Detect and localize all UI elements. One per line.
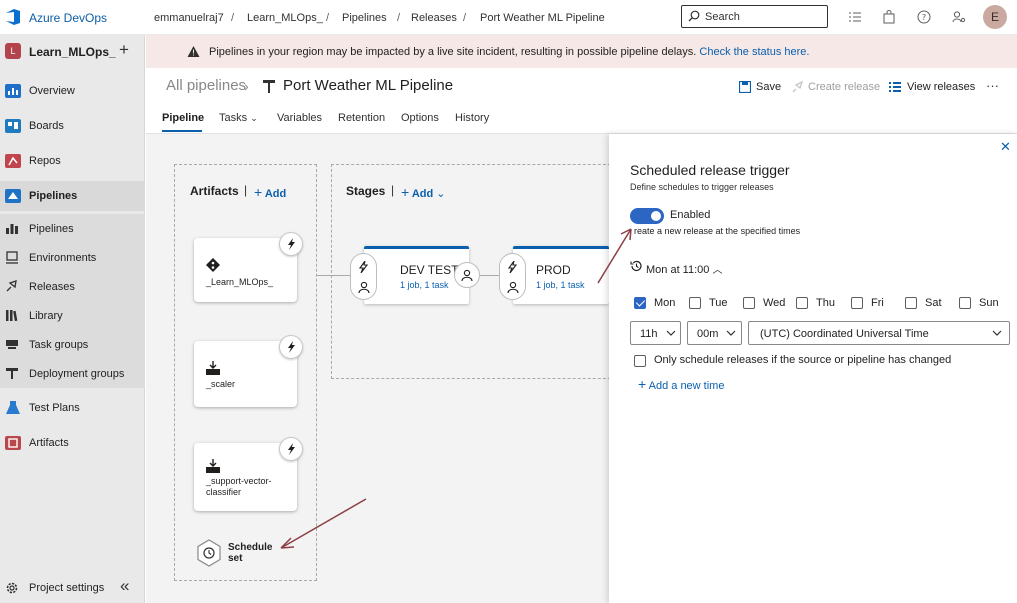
annotation-arrow-to-schedule xyxy=(280,498,367,549)
annotation-arrow-to-toggle xyxy=(597,228,632,284)
annotation-arrows xyxy=(280,228,632,549)
